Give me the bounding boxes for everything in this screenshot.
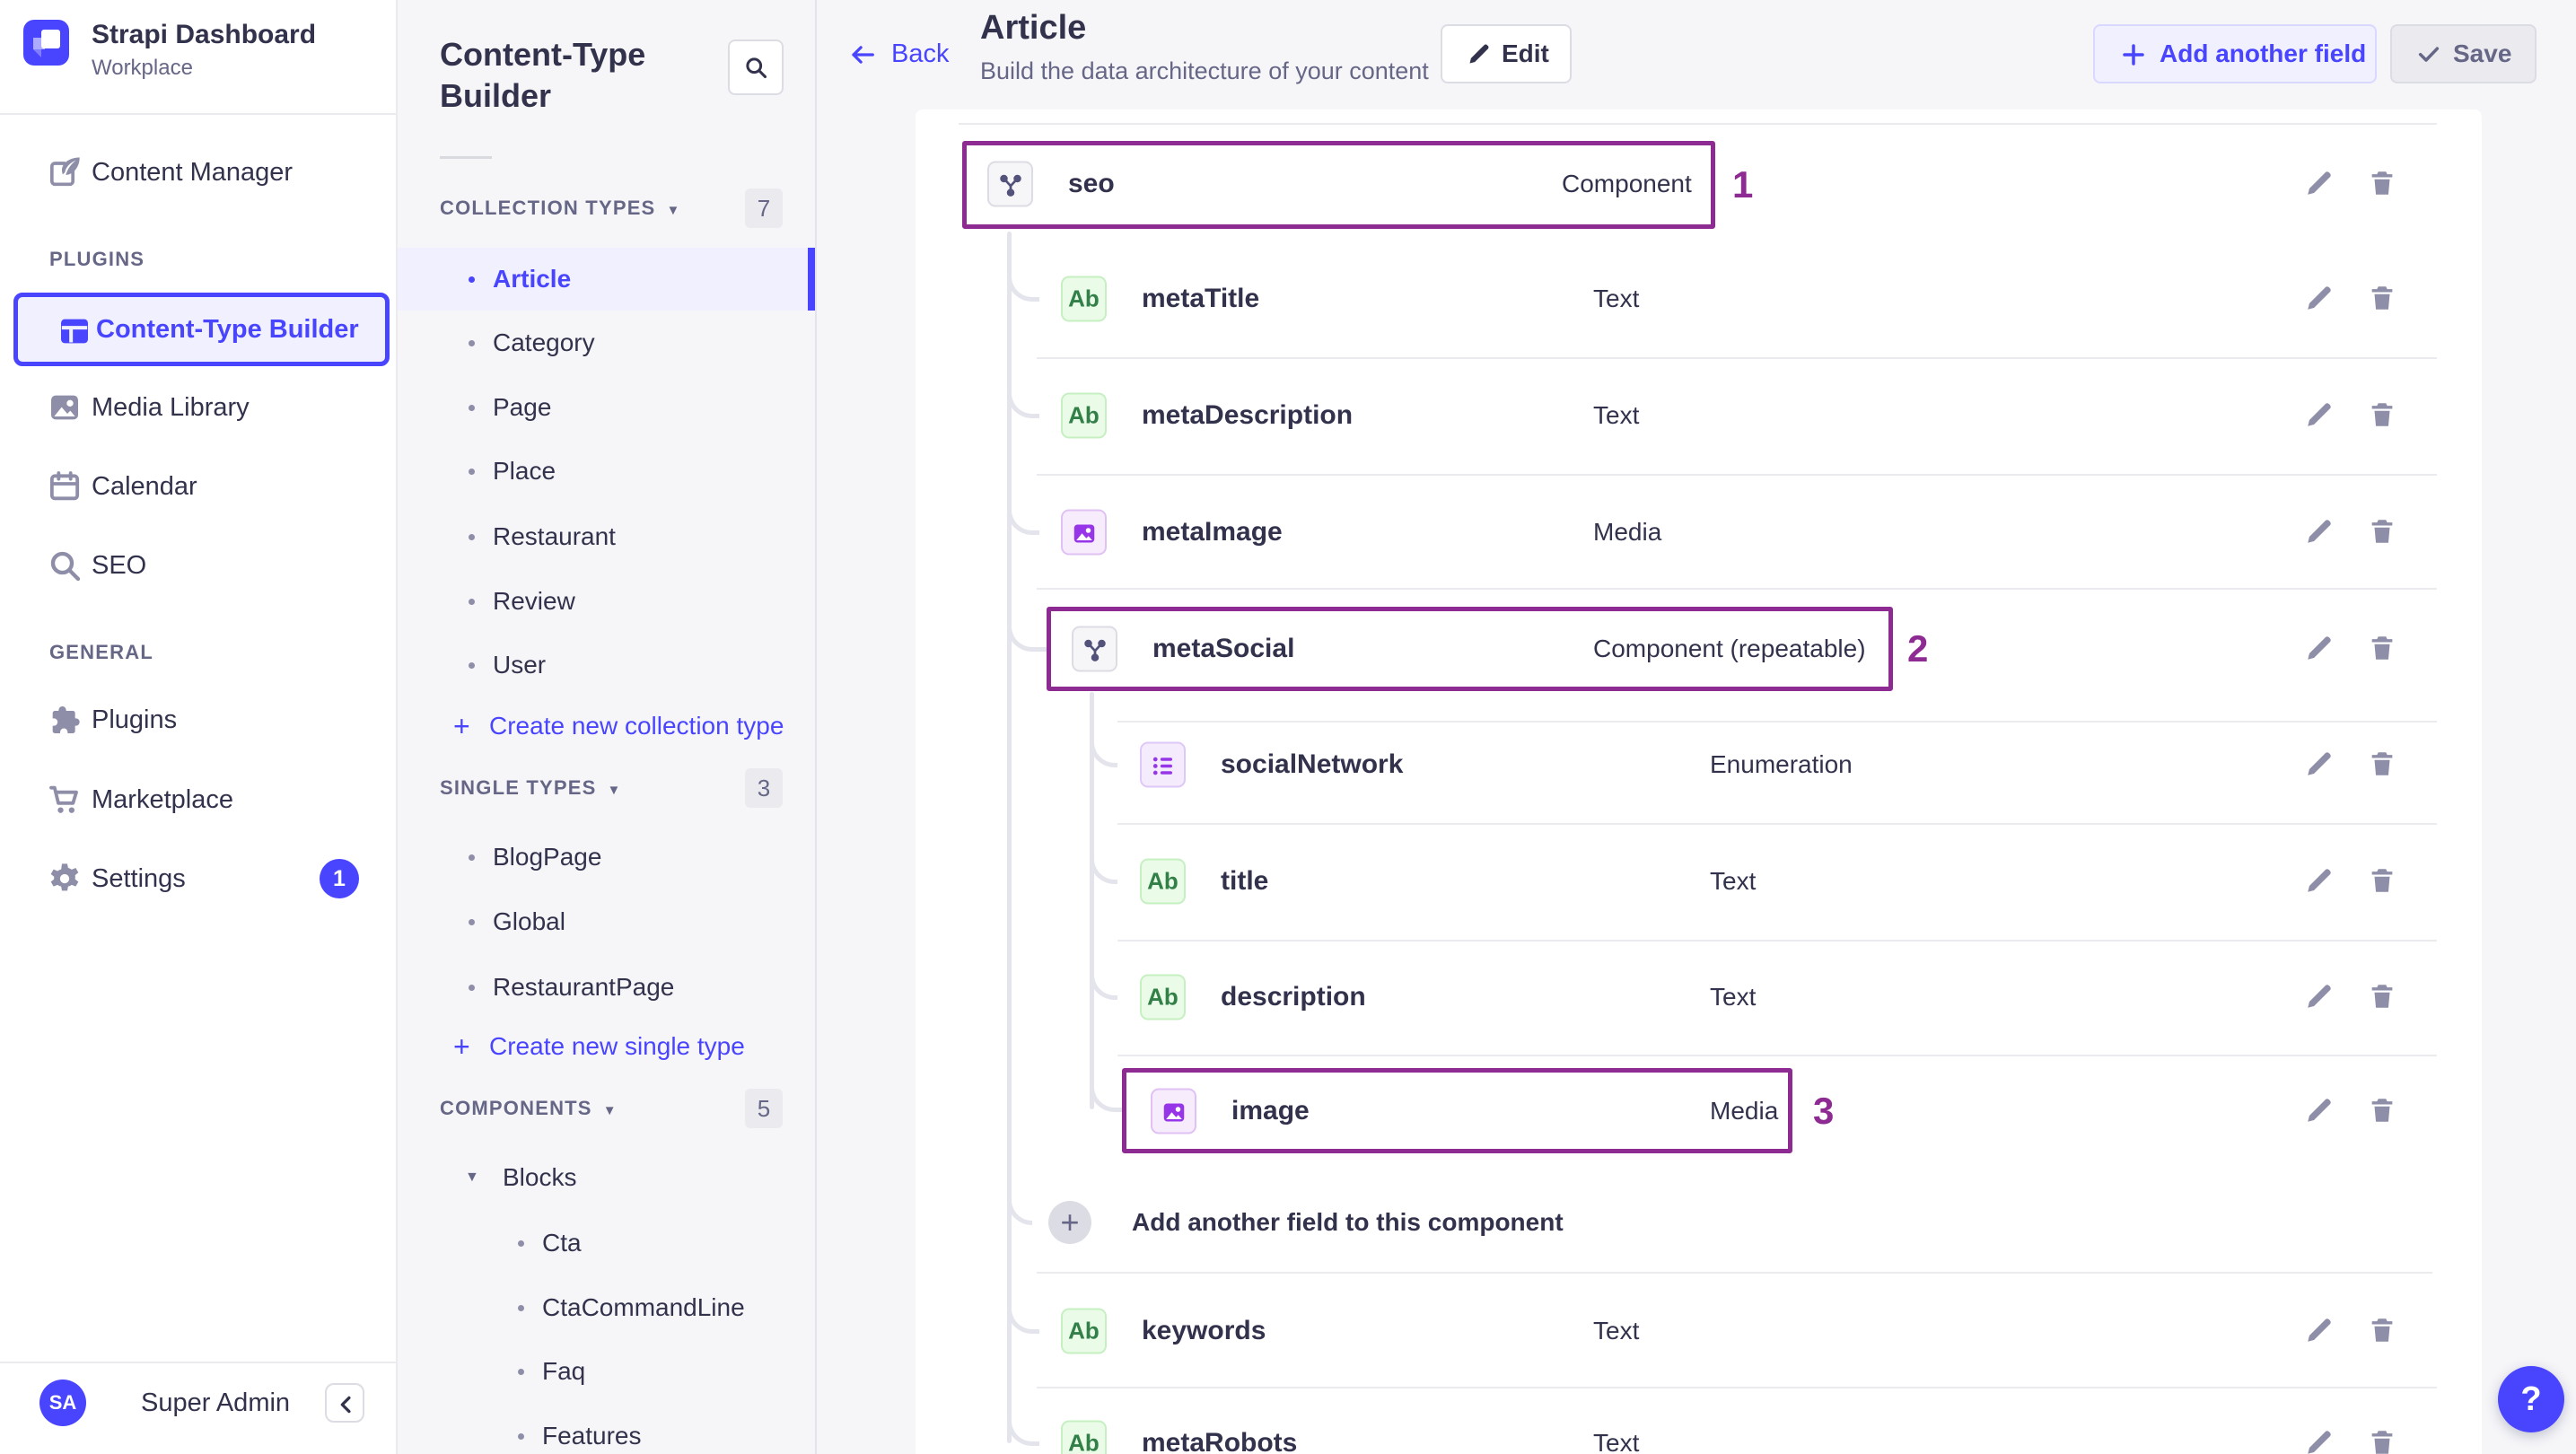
delete-field-button[interactable]: [2364, 979, 2400, 1015]
field-row-metasocial[interactable]: metaSocial Component (repeatable): [0, 591, 2576, 707]
delete-field-button[interactable]: [2364, 281, 2400, 317]
text-field-icon: Ab: [1061, 392, 1107, 439]
strapi-content-type-builder-screen: Strapi Dashboard Workplace Content Manag…: [0, 0, 2576, 1454]
page-subtitle: Build the data architecture of your cont…: [980, 57, 1429, 84]
field-row-description[interactable]: Ab description Text: [0, 939, 2576, 1055]
help-button[interactable]: ?: [2498, 1366, 2564, 1432]
field-name: metaRobots: [1142, 1428, 1298, 1454]
field-type: Text: [1593, 285, 1640, 312]
text-field-icon: Ab: [1061, 1308, 1107, 1354]
add-another-field-button[interactable]: Add another field: [2093, 24, 2377, 83]
edit-field-button[interactable]: [2301, 747, 2337, 783]
strapi-logo: [23, 20, 69, 66]
text-field-icon: Ab: [1061, 1420, 1107, 1454]
field-row-metaimage[interactable]: metaImage Media: [0, 474, 2576, 591]
field-name: metaSocial: [1152, 634, 1295, 663]
field-type: Text: [1593, 401, 1640, 429]
field-row-title[interactable]: Ab title Text: [0, 823, 2576, 940]
edit-field-button[interactable]: [2301, 631, 2337, 667]
delete-field-button[interactable]: [2364, 1093, 2400, 1129]
field-row-socialnetwork[interactable]: socialNetwork Enumeration: [0, 706, 2576, 823]
brand-subtitle: Workplace: [92, 56, 193, 80]
field-type: Component: [1562, 170, 1692, 197]
divider: [0, 113, 398, 115]
field-row-metatitle[interactable]: Ab metaTitle Text: [0, 241, 2576, 357]
field-name: metaTitle: [1142, 284, 1260, 313]
field-name: keywords: [1142, 1316, 1266, 1345]
field-name: metaDescription: [1142, 400, 1354, 430]
delete-field-button[interactable]: [2364, 1425, 2400, 1454]
check-icon: [2415, 41, 2442, 68]
add-field-to-component-button[interactable]: +: [1048, 1201, 1091, 1244]
edit-field-button[interactable]: [2301, 166, 2337, 202]
save-button[interactable]: Save: [2390, 24, 2537, 83]
field-type: Media: [1710, 1097, 1779, 1125]
field-type: Text: [1593, 1429, 1640, 1454]
component-field-icon: [987, 161, 1033, 207]
delete-field-button[interactable]: [2364, 398, 2400, 434]
brand-title: Strapi Dashboard: [92, 20, 317, 49]
field-type: Text: [1593, 1317, 1640, 1345]
field-type: Text: [1710, 867, 1757, 895]
text-field-icon: Ab: [1140, 858, 1186, 905]
delete-field-button[interactable]: [2364, 631, 2400, 667]
field-name: metaImage: [1142, 517, 1283, 547]
component-field-icon: [1072, 626, 1117, 672]
search-button[interactable]: [728, 39, 784, 95]
media-field-icon: [1151, 1088, 1196, 1134]
edit-field-button[interactable]: [2301, 281, 2337, 317]
edit-field-button[interactable]: [2301, 514, 2337, 550]
text-field-icon: Ab: [1140, 974, 1186, 1020]
field-name: seo: [1068, 169, 1115, 198]
field-name: socialNetwork: [1221, 749, 1404, 779]
page-title: Article: [980, 9, 1087, 47]
media-field-icon: [1061, 509, 1107, 556]
field-row-image[interactable]: image Media: [0, 1053, 2576, 1169]
pencil-icon: [1466, 41, 1493, 68]
delete-field-button[interactable]: [2364, 166, 2400, 202]
field-row-metarobots[interactable]: Ab metaRobots Text: [0, 1385, 2576, 1454]
add-field-to-component-row[interactable]: + Add another field to this component: [0, 1164, 2576, 1281]
edit-field-button[interactable]: [2301, 863, 2337, 899]
add-field-to-component-label: Add another field to this component: [1132, 1208, 1564, 1236]
plus-icon: [2120, 41, 2147, 68]
field-type: Component (repeatable): [1593, 635, 1866, 662]
delete-field-button[interactable]: [2364, 1313, 2400, 1349]
arrow-left-icon: [846, 41, 879, 68]
field-name: description: [1221, 982, 1366, 1012]
edit-field-button[interactable]: [2301, 398, 2337, 434]
delete-field-button[interactable]: [2364, 863, 2400, 899]
field-name: title: [1221, 866, 1269, 896]
field-type: Media: [1593, 518, 1662, 546]
text-field-icon: Ab: [1061, 276, 1107, 322]
field-row-metadescription[interactable]: Ab metaDescription Text: [0, 357, 2576, 474]
delete-field-button[interactable]: [2364, 514, 2400, 550]
enumeration-field-icon: [1140, 741, 1186, 788]
edit-field-button[interactable]: [2301, 1313, 2337, 1349]
field-name: image: [1231, 1096, 1310, 1126]
edit-button[interactable]: Edit: [1441, 24, 1572, 83]
delete-field-button[interactable]: [2364, 747, 2400, 783]
field-row-seo[interactable]: seo Component: [0, 126, 2576, 242]
field-type: Enumeration: [1710, 750, 1853, 778]
field-row-keywords[interactable]: Ab keywords Text: [0, 1273, 2576, 1389]
edit-field-button[interactable]: [2301, 979, 2337, 1015]
edit-field-button[interactable]: [2301, 1425, 2337, 1454]
edit-field-button[interactable]: [2301, 1093, 2337, 1129]
field-type: Text: [1710, 983, 1757, 1011]
builder-sidebar-title: Content-Type Builder: [440, 36, 646, 114]
divider: [959, 123, 2437, 125]
